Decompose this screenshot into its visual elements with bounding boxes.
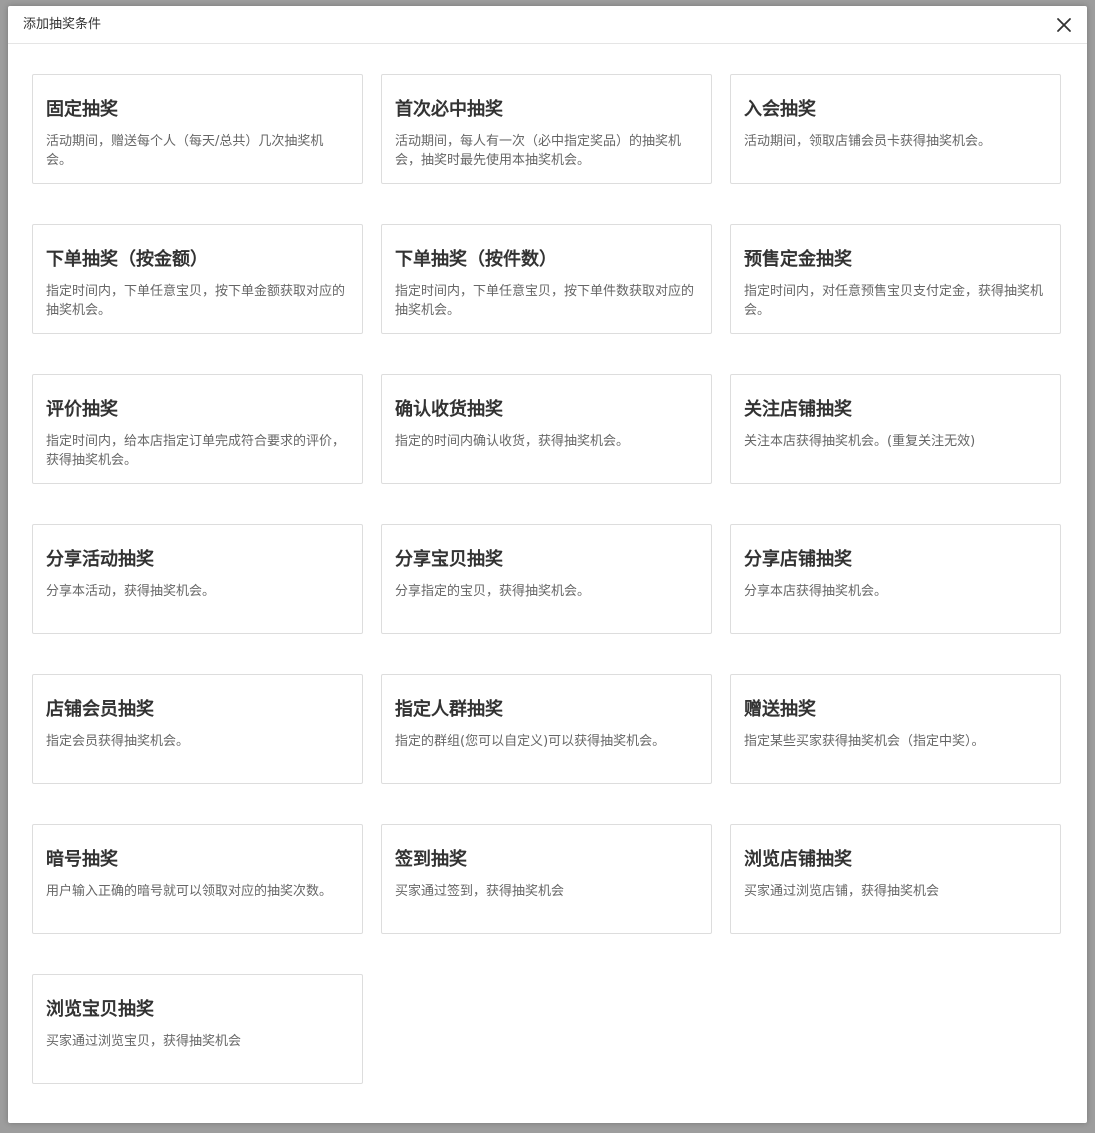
card-title: 评价抽奖: [46, 399, 118, 420]
card-title: 店铺会员抽奖: [46, 699, 154, 720]
condition-card-share-shop[interactable]: 分享店铺抽奖 分享本店获得抽奖机会。: [730, 524, 1061, 634]
card-title: 确认收货抽奖: [395, 399, 503, 420]
add-lottery-condition-dialog: 添加抽奖条件 固定抽奖 活动期间，赠送每个人（每天/总共）几次抽奖机会。 首次必…: [8, 6, 1087, 1123]
card-description: 分享本活动，获得抽奖机会。: [46, 584, 216, 599]
card-description: 分享指定的宝贝，获得抽奖机会。: [395, 584, 591, 599]
condition-card-check-in[interactable]: 签到抽奖 买家通过签到，获得抽奖机会: [381, 824, 712, 934]
card-description: 指定时间内，下单任意宝贝，按下单金额获取对应的抽奖机会。: [46, 284, 346, 318]
card-title: 浏览店铺抽奖: [744, 849, 852, 870]
condition-card-browse-shop[interactable]: 浏览店铺抽奖 买家通过浏览店铺，获得抽奖机会: [730, 824, 1061, 934]
card-description: 指定的时间内确认收货，获得抽奖机会。: [395, 434, 630, 449]
card-title: 关注店铺抽奖: [744, 399, 852, 420]
condition-card-order-amount[interactable]: 下单抽奖（按金额） 指定时间内，下单任意宝贝，按下单金额获取对应的抽奖机会。: [32, 224, 363, 334]
card-description: 买家通过浏览宝贝，获得抽奖机会: [46, 1034, 242, 1049]
card-title: 浏览宝贝抽奖: [46, 999, 154, 1020]
dialog-header: 添加抽奖条件: [8, 6, 1087, 44]
card-title: 签到抽奖: [395, 849, 467, 870]
card-description: 买家通过浏览店铺，获得抽奖机会: [744, 884, 940, 899]
card-title: 下单抽奖（按金额）: [46, 249, 208, 270]
condition-card-order-count[interactable]: 下单抽奖（按件数） 指定时间内，下单任意宝贝，按下单件数获取对应的抽奖机会。: [381, 224, 712, 334]
card-title: 分享宝贝抽奖: [395, 549, 503, 570]
condition-card-share-activity[interactable]: 分享活动抽奖 分享本活动，获得抽奖机会。: [32, 524, 363, 634]
card-description: 活动期间，每人有一次（必中指定奖品）的抽奖机会，抽奖时最先使用本抽奖机会。: [395, 134, 682, 168]
card-title: 暗号抽奖: [46, 849, 118, 870]
card-title: 分享活动抽奖: [46, 549, 154, 570]
card-description: 活动期间，领取店铺会员卡获得抽奖机会。: [744, 134, 992, 149]
card-description: 分享本店获得抽奖机会。: [744, 584, 888, 599]
condition-card-review[interactable]: 评价抽奖 指定时间内，给本店指定订单完成符合要求的评价，获得抽奖机会。: [32, 374, 363, 484]
card-description: 指定会员获得抽奖机会。: [46, 734, 190, 749]
card-description: 指定的群组(您可以自定义)可以获得抽奖机会。: [395, 734, 666, 749]
card-description: 指定某些买家获得抽奖机会（指定中奖）。: [744, 734, 985, 749]
card-description: 指定时间内，给本店指定订单完成符合要求的评价，获得抽奖机会。: [46, 434, 346, 468]
card-title: 入会抽奖: [744, 99, 816, 120]
dialog-title: 添加抽奖条件: [23, 17, 102, 32]
card-description: 关注本店获得抽奖机会。(重复关注无效): [744, 434, 976, 449]
card-description: 指定时间内，对任意预售宝贝支付定金，获得抽奖机会。: [744, 284, 1044, 318]
card-description: 指定时间内，下单任意宝贝，按下单件数获取对应的抽奖机会。: [395, 284, 695, 318]
condition-card-browse-item[interactable]: 浏览宝贝抽奖 买家通过浏览宝贝，获得抽奖机会: [32, 974, 363, 1084]
condition-card-join-member[interactable]: 入会抽奖 活动期间，领取店铺会员卡获得抽奖机会。: [730, 74, 1061, 184]
card-title: 预售定金抽奖: [744, 249, 852, 270]
card-title: 首次必中抽奖: [395, 99, 503, 120]
condition-card-fixed[interactable]: 固定抽奖 活动期间，赠送每个人（每天/总共）几次抽奖机会。: [32, 74, 363, 184]
close-icon[interactable]: [1055, 16, 1073, 34]
condition-card-confirm-receipt[interactable]: 确认收货抽奖 指定的时间内确认收货，获得抽奖机会。: [381, 374, 712, 484]
condition-card-presale-deposit[interactable]: 预售定金抽奖 指定时间内，对任意预售宝贝支付定金，获得抽奖机会。: [730, 224, 1061, 334]
condition-card-share-item[interactable]: 分享宝贝抽奖 分享指定的宝贝，获得抽奖机会。: [381, 524, 712, 634]
card-title: 赠送抽奖: [744, 699, 816, 720]
card-title: 指定人群抽奖: [395, 699, 503, 720]
card-title: 下单抽奖（按件数）: [395, 249, 557, 270]
condition-card-follow-shop[interactable]: 关注店铺抽奖 关注本店获得抽奖机会。(重复关注无效): [730, 374, 1061, 484]
condition-card-first-win[interactable]: 首次必中抽奖 活动期间，每人有一次（必中指定奖品）的抽奖机会，抽奖时最先使用本抽…: [381, 74, 712, 184]
condition-card-target-group[interactable]: 指定人群抽奖 指定的群组(您可以自定义)可以获得抽奖机会。: [381, 674, 712, 784]
card-description: 活动期间，赠送每个人（每天/总共）几次抽奖机会。: [46, 134, 324, 168]
card-title: 分享店铺抽奖: [744, 549, 852, 570]
card-description: 用户输入正确的暗号就可以领取对应的抽奖次数。: [46, 884, 333, 899]
condition-card-grid: 固定抽奖 活动期间，赠送每个人（每天/总共）几次抽奖机会。 首次必中抽奖 活动期…: [32, 74, 1061, 1084]
card-description: 买家通过签到，获得抽奖机会: [395, 884, 565, 899]
condition-card-passcode[interactable]: 暗号抽奖 用户输入正确的暗号就可以领取对应的抽奖次数。: [32, 824, 363, 934]
condition-card-shop-member[interactable]: 店铺会员抽奖 指定会员获得抽奖机会。: [32, 674, 363, 784]
condition-card-gift[interactable]: 赠送抽奖 指定某些买家获得抽奖机会（指定中奖）。: [730, 674, 1061, 784]
card-title: 固定抽奖: [46, 99, 118, 120]
